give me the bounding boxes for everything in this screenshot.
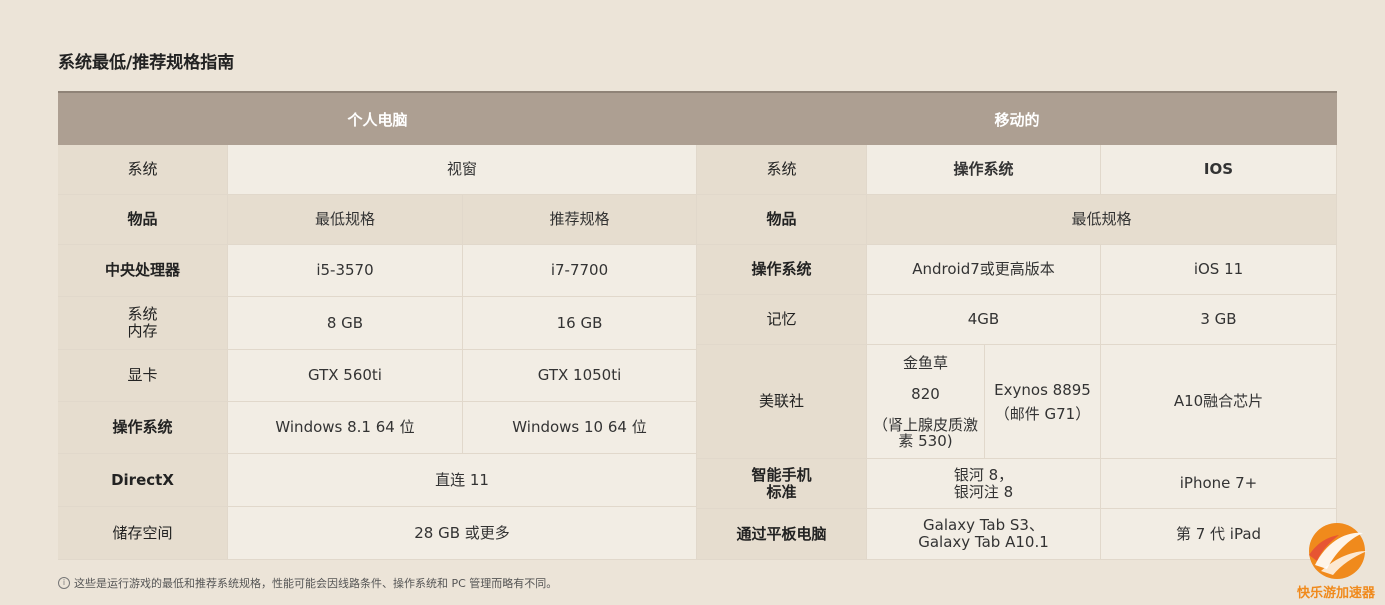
pc-label-gpu: 显卡 [58, 350, 228, 402]
exynos-line2: （邮件 G71） [994, 404, 1091, 423]
mobile-os-android: Android7或更高版本 [867, 245, 1101, 295]
mobile-ios-header: IOS [1101, 145, 1337, 195]
mobile-memory-ios: 3 GB [1101, 295, 1337, 345]
pc-label-memory-line1: 系统 [127, 305, 158, 323]
mobile-memory-android: 4GB [867, 295, 1101, 345]
info-icon: i [58, 577, 70, 589]
phone-label-line1: 智能手机 [751, 465, 812, 484]
pc-os-min: Windows 8.1 64 位 [228, 402, 463, 454]
mobile-label-phone: 智能手机 标准 [697, 459, 867, 509]
pc-directx-value: 直连 11 [228, 454, 697, 507]
phone-android-line1: 银河 8， [953, 465, 1014, 484]
mobile-phone-ios: iPhone 7+ [1101, 459, 1337, 509]
pc-cpu-min: i5-3570 [228, 245, 463, 297]
snapdragon-line4: 素 530) [898, 431, 953, 450]
pc-label-os: 操作系统 [58, 402, 228, 454]
pc-memory-min: 8 GB [228, 297, 463, 350]
mobile-android-header: 操作系统 [867, 145, 1101, 195]
mobile-label-os: 操作系统 [697, 245, 867, 295]
page-title: 系统最低/推荐规格指南 [58, 53, 235, 73]
snapdragon-line1: 金鱼草 [902, 353, 948, 372]
mobile-os-ios: iOS 11 [1101, 245, 1337, 295]
pc-gpu-rec: GTX 1050ti [463, 350, 697, 402]
pc-os-family: 视窗 [228, 145, 697, 195]
swoosh-logo-icon [1309, 523, 1367, 579]
pc-min-header: 最低规格 [228, 195, 463, 245]
snapdragon-line2: 820 [911, 384, 940, 403]
mobile-label-ap: 美联社 [697, 345, 867, 459]
pc-label-storage: 储存空间 [58, 507, 228, 560]
exynos-line1: Exynos 8895 [994, 380, 1091, 399]
mobile-min-header: 最低规格 [867, 195, 1337, 245]
footnote: i 这些是运行游戏的最低和推荐系统规格，性能可能会因线路条件、操作系统和 PC … [58, 575, 557, 591]
snapdragon-line3: （肾上腺皮质激 [872, 415, 978, 434]
mobile-label-tablet: 通过平板电脑 [697, 509, 867, 560]
mobile-ap-snapdragon: 金鱼草 820 （肾上腺皮质激 素 530) [867, 345, 985, 459]
mobile-ap-exynos: Exynos 8895 （邮件 G71） [985, 345, 1101, 459]
pc-header: 个人电脑 [58, 93, 697, 145]
mobile-label-system: 系统 [697, 145, 867, 195]
pc-label-system: 系统 [58, 145, 228, 195]
mobile-label-item: 物品 [697, 195, 867, 245]
pc-label-memory: 系统 内存 [58, 297, 228, 350]
pc-storage-value: 28 GB 或更多 [228, 507, 697, 560]
mobile-tablet-android: Galaxy Tab S3、 Galaxy Tab A10.1 [867, 509, 1101, 560]
pc-gpu-min: GTX 560ti [228, 350, 463, 402]
pc-label-directx: DirectX [58, 454, 228, 507]
tablet-android-line2: Galaxy Tab A10.1 [918, 533, 1049, 551]
watermark-logo: 快乐游加速器 [1287, 521, 1385, 605]
tablet-android-line1: Galaxy Tab S3、 [923, 516, 1044, 534]
pc-os-rec: Windows 10 64 位 [463, 402, 697, 454]
mobile-ap-ios: A10融合芯片 [1101, 345, 1337, 459]
pc-label-memory-line2: 内存 [127, 322, 158, 340]
mobile-phone-android: 银河 8， 银河注 8 [867, 459, 1101, 509]
phone-label-line2: 标准 [766, 482, 797, 501]
mobile-header: 移动的 [697, 93, 1337, 145]
pc-label-item: 物品 [58, 195, 228, 245]
mobile-label-memory: 记忆 [697, 295, 867, 345]
pc-cpu-rec: i7-7700 [463, 245, 697, 297]
watermark-text: 快乐游加速器 [1296, 586, 1375, 601]
pc-memory-rec: 16 GB [463, 297, 697, 350]
pc-label-cpu: 中央处理器 [58, 245, 228, 297]
pc-rec-header: 推荐规格 [463, 195, 697, 245]
phone-android-line2: 银河注 8 [953, 482, 1014, 501]
spec-table: 个人电脑 移动的 系统 视窗 物品 最低规格 推荐规格 中央处理器 i5-357… [58, 91, 1337, 560]
footnote-text: 这些是运行游戏的最低和推荐系统规格，性能可能会因线路条件、操作系统和 PC 管理… [74, 577, 558, 590]
